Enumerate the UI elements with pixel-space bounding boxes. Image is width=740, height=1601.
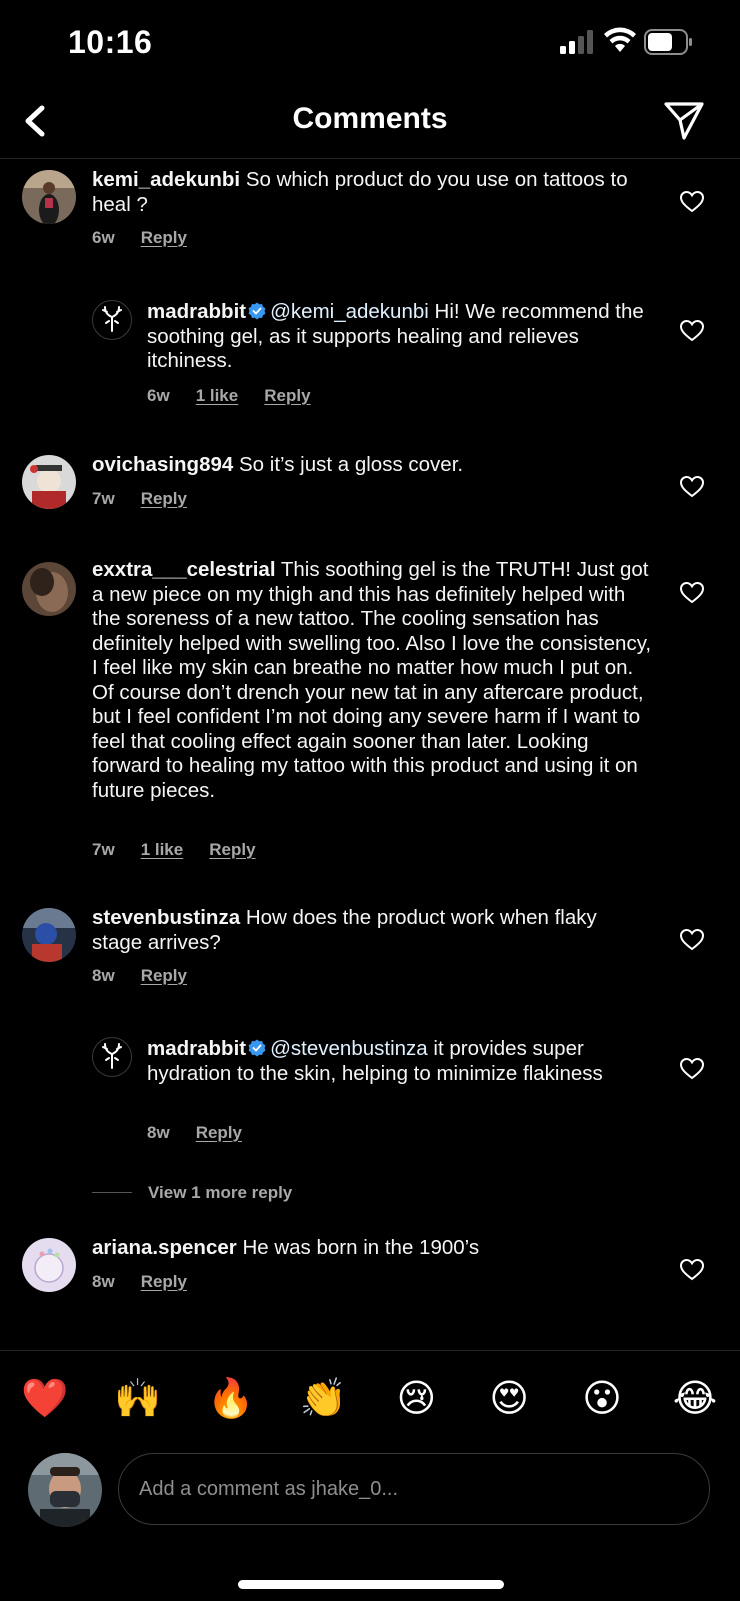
reaction-crying-button[interactable]: 😢: [391, 1373, 441, 1423]
comment-age: 8w: [92, 1272, 115, 1291]
comment-text: So it’s just a gloss cover.: [239, 453, 464, 476]
heart-outline-icon[interactable]: [680, 320, 704, 342]
reaction-raised-hands-button[interactable]: 🙌: [113, 1373, 163, 1423]
battery-icon: [644, 29, 692, 55]
reaction-clap-button[interactable]: 👏: [299, 1373, 349, 1423]
comment-meta: 8w Reply: [92, 966, 213, 986]
comment-meta: 8w Reply: [92, 1272, 213, 1292]
reply-button[interactable]: Reply: [141, 228, 187, 247]
heart-outline-icon[interactable]: [680, 582, 704, 604]
reaction-heart-button[interactable]: ❤️: [20, 1373, 70, 1423]
divider: [92, 1192, 132, 1193]
reply-button[interactable]: Reply: [141, 489, 187, 508]
status-bar: 10:16: [0, 0, 740, 84]
comment-username[interactable]: madrabbit: [147, 300, 246, 323]
verified-badge-icon: [248, 302, 266, 320]
reply-item: madrabbit @kemi_adekunbi Hi! We recommend…: [0, 290, 740, 420]
avatar[interactable]: [22, 1238, 76, 1292]
avatar[interactable]: [22, 170, 76, 224]
avatar[interactable]: [22, 455, 76, 509]
comment-age: 8w: [147, 1123, 170, 1142]
comment-item: ariana.spencer He was born in the 1900’s…: [0, 1228, 740, 1308]
comment-meta: 7w 1 like Reply: [92, 840, 282, 860]
comment-item: kemi_adekunbi So which product do you us…: [0, 160, 740, 260]
reaction-surprised-button[interactable]: 😮: [577, 1373, 627, 1423]
status-time: 10:16: [68, 24, 153, 60]
reply-button[interactable]: Reply: [196, 1123, 242, 1142]
heart-outline-icon[interactable]: [680, 476, 704, 498]
quick-reactions: ❤️ 🙌 🔥 👏 😢 😍 😮 😂: [20, 1373, 720, 1423]
wifi-icon: [604, 27, 636, 52]
mention-link[interactable]: @stevenbustinza: [270, 1037, 428, 1060]
comment-username[interactable]: ariana.spencer: [92, 1236, 237, 1259]
reply-button[interactable]: Reply: [264, 386, 310, 405]
reaction-fire-button[interactable]: 🔥: [206, 1373, 256, 1423]
comment-username[interactable]: stevenbustinza: [92, 906, 240, 929]
heart-outline-icon[interactable]: [680, 1259, 704, 1281]
avatar[interactable]: [22, 562, 76, 616]
reaction-heart-eyes-button[interactable]: 😍: [484, 1373, 534, 1423]
avatar[interactable]: [92, 1037, 132, 1077]
home-indicator: [238, 1580, 504, 1589]
paper-plane-icon[interactable]: [662, 98, 706, 142]
comment-item: stevenbustinza How does the product work…: [0, 898, 740, 998]
comment-username[interactable]: kemi_adekunbi: [92, 168, 240, 191]
heart-outline-icon[interactable]: [680, 191, 704, 213]
heart-outline-icon[interactable]: [680, 929, 704, 951]
comments-header: Comments: [0, 84, 740, 159]
comment-username[interactable]: ovichasing894: [92, 453, 233, 476]
reply-button[interactable]: Reply: [141, 1272, 187, 1291]
comment-age: 6w: [147, 386, 170, 405]
current-user-avatar: [28, 1453, 102, 1527]
view-more-replies-label: View 1 more reply: [148, 1183, 293, 1202]
comment-input[interactable]: Add a comment as jhake_0...: [118, 1453, 710, 1525]
comment-item: ovichasing894 So it’s just a gloss cover…: [0, 445, 740, 525]
reply-button[interactable]: Reply: [209, 840, 255, 859]
reply-item: madrabbit @stevenbustinza it provides sup…: [0, 1027, 740, 1157]
heart-outline-icon[interactable]: [680, 1058, 704, 1080]
comment-meta: 6w 1 like Reply: [147, 386, 337, 406]
comment-age: 8w: [92, 966, 115, 985]
comment-text: This soothing gel is the TRUTH! Just got…: [92, 558, 652, 802]
comment-age: 7w: [92, 489, 115, 508]
comment-composer: ❤️ 🙌 🔥 👏 😢 😍 😮 😂 Add a comment as jhake_…: [0, 1350, 740, 1601]
comment-age: 6w: [92, 228, 115, 247]
comment-item: exxtra___celestrial This soothing gel is…: [0, 550, 740, 870]
reaction-laughing-button[interactable]: 😂: [670, 1373, 720, 1423]
avatar[interactable]: [92, 300, 132, 340]
reply-button[interactable]: Reply: [141, 966, 187, 985]
avatar[interactable]: [22, 908, 76, 962]
likes-count[interactable]: 1 like: [141, 840, 184, 859]
cellular-signal-icon: [560, 30, 593, 54]
verified-badge-icon: [248, 1039, 266, 1057]
page-title: Comments: [292, 102, 448, 135]
comment-meta: 6w Reply: [92, 228, 213, 248]
comment-meta: 8w Reply: [147, 1123, 268, 1143]
comment-username[interactable]: madrabbit: [147, 1037, 246, 1060]
comment-age: 7w: [92, 840, 115, 859]
comment-username[interactable]: exxtra___celestrial: [92, 558, 276, 581]
likes-count[interactable]: 1 like: [196, 386, 239, 405]
comment-meta: 7w Reply: [92, 489, 213, 509]
mention-link[interactable]: @kemi_adekunbi: [270, 300, 429, 323]
comment-text: He was born in the 1900’s: [242, 1236, 480, 1259]
